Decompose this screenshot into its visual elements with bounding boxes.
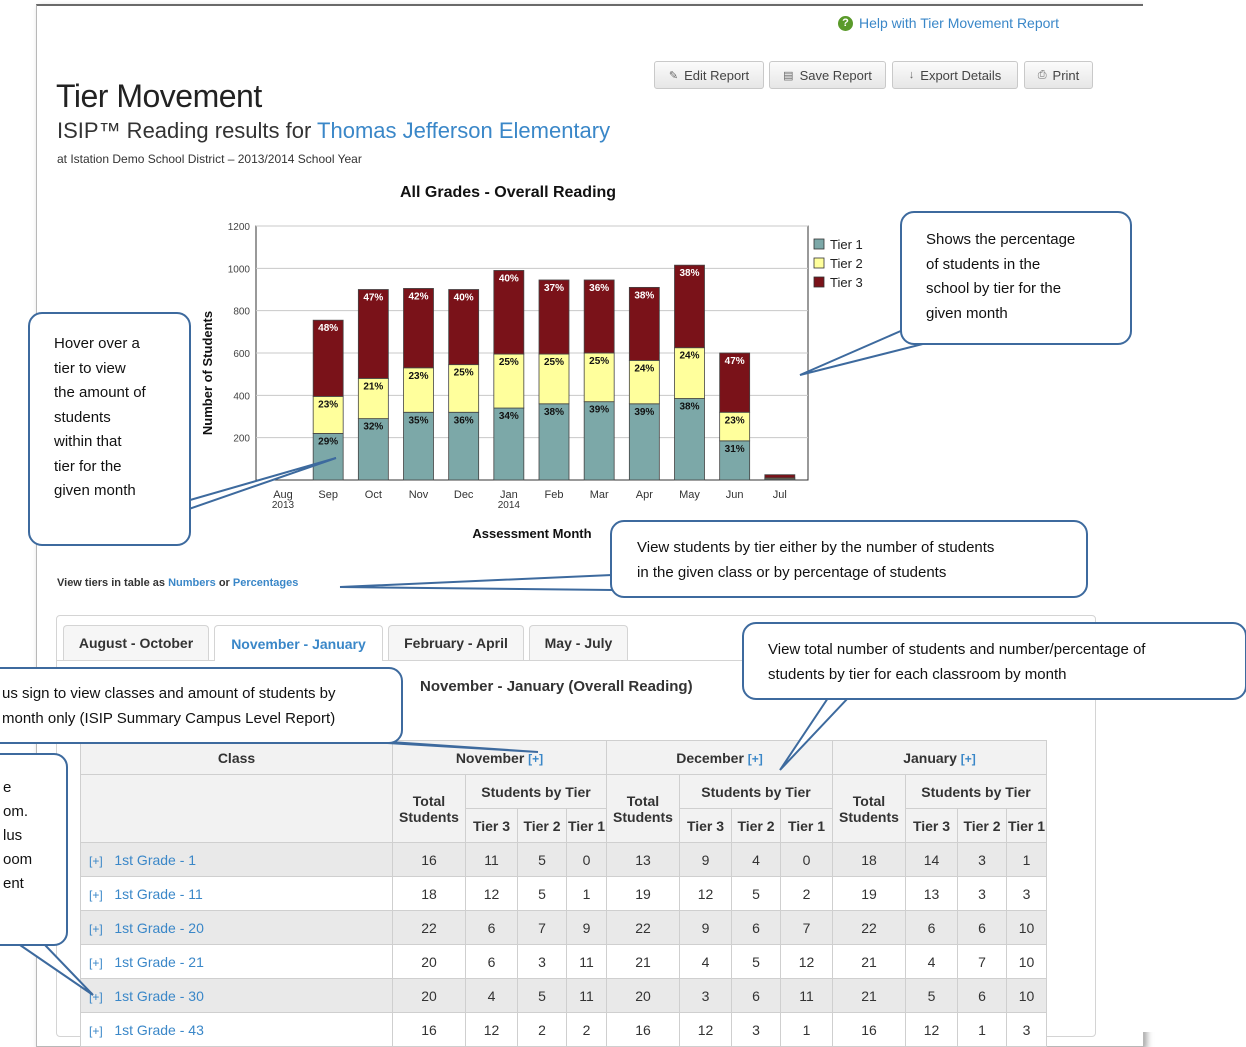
plus-sign-callout: us sign to view classes and amount of st…	[0, 667, 403, 744]
callout-line: us sign to view classes and amount of st…	[2, 685, 336, 702]
callout-line: om.	[3, 803, 29, 820]
total-callout-pointer	[779, 697, 851, 771]
callout-line: of students in the	[926, 255, 1041, 273]
callout-line: the amount of	[54, 384, 146, 401]
callout-line: in the given class or by percentage of s…	[637, 563, 947, 581]
callout-line: given month	[926, 304, 1008, 322]
total-by-month-callout: View total number of students and number…	[742, 622, 1246, 700]
callout-line: school by tier for the	[926, 280, 1062, 297]
left-partial-callout: e om. lus oom ent	[0, 753, 68, 946]
view-by-callout: View students by tier either by the numb…	[610, 520, 1088, 598]
callout-line: tier for the	[54, 457, 122, 475]
callout-line: lus	[3, 827, 23, 844]
callout-line: Hover over a	[54, 335, 140, 352]
callout-line: e	[3, 779, 12, 796]
callout-line: Shows the percentage	[926, 231, 1076, 248]
callout-line: oom	[3, 851, 33, 868]
plus-callout-pointer	[369, 741, 539, 753]
callout-line: View total number of students and number…	[768, 641, 1146, 658]
callout-line: students by tier for each classroom by m…	[768, 665, 1067, 683]
view-by-callout-pointer	[339, 573, 613, 592]
callout-line: month only (ISIP Summary Campus Level Re…	[2, 709, 336, 727]
callout-line: tier to view	[54, 359, 126, 377]
callout-line: ent	[3, 875, 24, 892]
callout-line: given month	[54, 482, 136, 499]
left-callout-pointer	[16, 944, 94, 996]
percentage-callout: Shows the percentage of students in the …	[900, 211, 1132, 345]
hover-tier-callout: Hover over a tier to view the amount of …	[28, 312, 191, 546]
callout-line: within that	[54, 433, 122, 450]
callout-line: students	[54, 408, 111, 426]
callout-line: View students by tier either by the numb…	[637, 539, 995, 556]
